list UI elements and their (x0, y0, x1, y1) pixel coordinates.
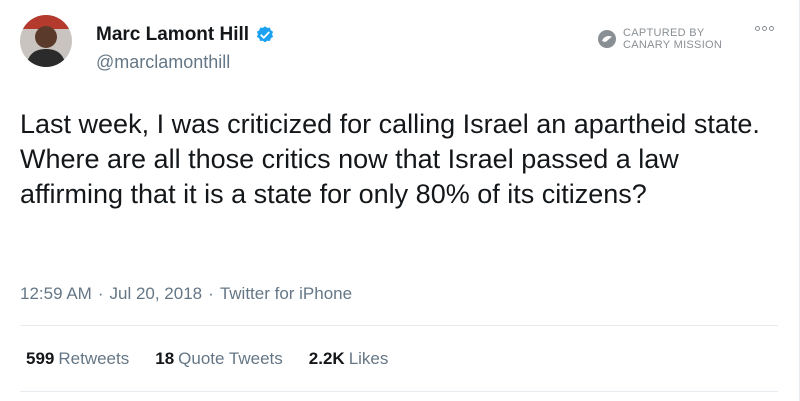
author-name-row[interactable]: Marc Lamont Hill (96, 24, 275, 46)
likes-stat[interactable]: 2.2K Likes (309, 349, 389, 369)
author-name[interactable]: Marc Lamont Hill (96, 24, 249, 46)
tweet-card: Marc Lamont Hill @marclamonthill CAPTURE… (0, 0, 800, 401)
tweet-meta: 12:59 AM · Jul 20, 2018 · Twitter for iP… (20, 284, 352, 304)
tweet-text: Last week, I was criticized for calling … (20, 109, 760, 209)
tweet-time[interactable]: 12:59 AM (20, 284, 92, 304)
tweet-date[interactable]: Jul 20, 2018 (110, 284, 203, 304)
quote-tweets-label: Quote Tweets (178, 349, 283, 368)
watermark-line-1: CAPTURED BY (623, 27, 705, 39)
avatar[interactable] (20, 15, 72, 67)
canary-mission-watermark: CAPTURED BY CANARY MISSION (597, 27, 722, 51)
meta-separator: · (97, 284, 104, 303)
quote-tweets-stat[interactable]: 18 Quote Tweets (155, 349, 283, 369)
likes-count: 2.2K (308, 349, 345, 368)
divider (20, 391, 778, 392)
author-handle[interactable]: @marclamonthill (96, 52, 230, 73)
divider (20, 325, 778, 326)
retweets-label: Retweets (58, 349, 130, 368)
quote-tweets-count: 18 (155, 349, 175, 368)
verified-badge-icon (256, 26, 274, 43)
avatar-image (20, 15, 72, 67)
likes-label: Likes (348, 349, 389, 368)
retweets-count: 599 (26, 349, 55, 368)
watermark-line-2: CANARY MISSION (623, 39, 723, 51)
meta-separator: · (208, 284, 214, 303)
tweet-source[interactable]: Twitter for iPhone (220, 284, 352, 304)
engagement-stats: 599 Retweets 18 Quote Tweets 2.2K Likes (26, 349, 388, 369)
canary-logo-icon (598, 30, 616, 48)
more-options-icon[interactable] (755, 26, 774, 31)
retweets-stat[interactable]: 599 Retweets (26, 349, 129, 369)
